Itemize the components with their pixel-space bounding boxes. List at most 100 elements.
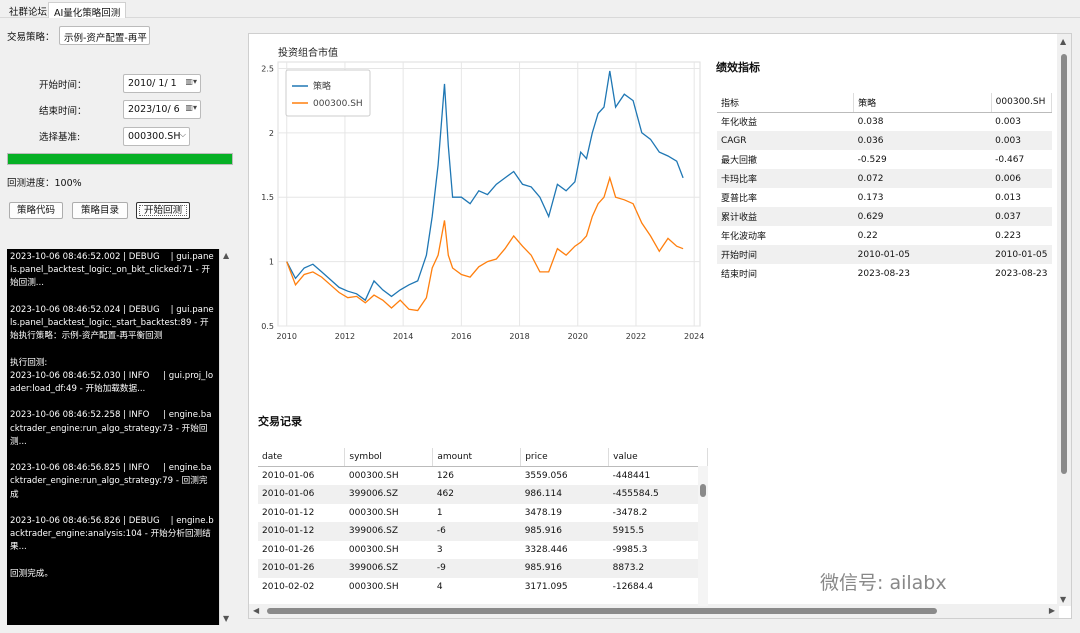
perf-cell: 0.072 xyxy=(853,169,992,188)
perf-cell: 2023-08-23 xyxy=(995,268,1048,279)
trade-cell: 000300.SH xyxy=(348,544,399,555)
log-console[interactable]: 2023-10-06 08:46:52.002 | DEBUG | gui.pa… xyxy=(7,249,219,625)
tab-backtest[interactable]: AI量化策略回测 xyxy=(48,2,127,19)
strategy-dir-button[interactable]: 策略目录 xyxy=(72,202,128,219)
scroll-right-icon[interactable]: ▶ xyxy=(1049,606,1055,615)
perf-row: 结束时间 2023-08-23 2023-08-23 xyxy=(717,264,1052,283)
perf-row: 卡玛比率 0.072 0.006 xyxy=(717,169,1052,188)
scroll-thumb[interactable] xyxy=(700,484,706,497)
y-tick-label: 2.5 xyxy=(261,64,274,73)
x-tick-label: 2012 xyxy=(335,332,355,341)
scroll-thumb[interactable] xyxy=(1061,54,1067,474)
performance-title: 绩效指标 xyxy=(716,61,760,74)
perf-cell: 0.173 xyxy=(857,192,884,203)
perf-header: 指标 xyxy=(717,93,855,113)
trade-cell: -448441 xyxy=(612,471,651,481)
start-date-picker[interactable]: 2010/ 1/ 1 ▥▾ xyxy=(123,74,201,93)
trade-cell: 2010-01-12 xyxy=(258,522,345,541)
trade-cell: 000300.SH xyxy=(348,581,399,592)
perf-cell: CAGR xyxy=(717,131,854,150)
perf-cell: 开始时间 xyxy=(717,245,854,264)
perf-row: 最大回撤 -0.529 -0.467 xyxy=(717,150,1052,169)
results-vertical-scrollbar[interactable]: ▲ ▼ xyxy=(1057,34,1071,606)
y-tick-label: 2 xyxy=(269,129,274,138)
table-row[interactable]: 2010-01-12 000300.SH 1 3478.19 -3478.2 xyxy=(258,504,708,523)
trade-cell: 985.916 xyxy=(520,522,609,541)
x-tick-label: 2014 xyxy=(393,332,413,341)
table-row[interactable]: 2010-01-12 399006.SZ -6 985.916 5915.5 xyxy=(258,522,708,541)
perf-cell: 0.013 xyxy=(995,192,1021,203)
benchmark-select[interactable]: 000300.SH ⌵ xyxy=(123,127,190,146)
perf-cell: 0.006 xyxy=(991,169,1052,188)
scroll-down-icon[interactable]: ▼ xyxy=(1060,595,1066,604)
trades-table: date symbol amount price value 2010-01-0… xyxy=(258,448,708,596)
perf-cell: -0.529 xyxy=(857,154,887,165)
end-date-picker[interactable]: 2023/10/ 6 ▥▾ xyxy=(123,100,201,119)
table-row[interactable]: 2010-01-06 000300.SH 126 3559.056 -448441 xyxy=(258,467,708,486)
perf-cell: 0.223 xyxy=(995,230,1021,241)
trade-cell: -9985.3 xyxy=(612,544,648,555)
calendar-icon: ▥▾ xyxy=(185,103,197,112)
legend-label: 000300.SH xyxy=(313,99,363,109)
portfolio-value-chart: 投资组合市值 2010 2012 2014 2016 2018 2020 2022 2024 0… xyxy=(261,46,704,341)
trade-cell: 399006.SZ xyxy=(344,559,433,578)
trade-cell: 2010-01-26 xyxy=(262,544,315,555)
scroll-left-icon[interactable]: ◀ xyxy=(253,606,259,615)
trades-header: symbol xyxy=(344,448,434,467)
x-tick-label: 2010 xyxy=(277,332,297,341)
log-scrollbar[interactable]: ▲ ▼ xyxy=(219,249,232,625)
perf-cell: 0.037 xyxy=(991,207,1052,226)
trade-cell: 3 xyxy=(436,544,443,555)
trade-cell: 4 xyxy=(436,581,443,592)
legend-box xyxy=(285,69,371,117)
perf-cell: 累计收益 xyxy=(717,207,854,226)
perf-cell: -0.467 xyxy=(995,154,1025,165)
trade-cell: 2010-02-02 xyxy=(262,581,315,592)
perf-header: 策略 xyxy=(853,93,992,113)
trade-cell: 000300.SH xyxy=(348,471,399,481)
strategy-select[interactable]: 示例-资产配置-再平 ⌵ xyxy=(59,26,150,45)
x-tick-label: 2016 xyxy=(451,332,471,341)
trade-cell: 399006.SZ xyxy=(344,485,433,504)
trades-header: amount xyxy=(432,448,522,467)
table-row[interactable]: 2010-01-06 399006.SZ 462 986.114 -455584.5 xyxy=(258,485,708,504)
start-backtest-button[interactable]: 开始回测 xyxy=(136,202,190,219)
trade-cell: 5915.5 xyxy=(608,522,708,541)
y-tick-label: 1.5 xyxy=(261,193,274,202)
perf-cell: 最大回撤 xyxy=(721,156,758,166)
strategy-code-button[interactable]: 策略代码 xyxy=(9,202,63,219)
chart-title: 投资组合市值 xyxy=(278,46,338,59)
scroll-up-icon[interactable]: ▲ xyxy=(1060,37,1066,46)
perf-cell: 年化收益 xyxy=(721,118,758,129)
trade-cell: 8873.2 xyxy=(608,559,708,578)
perf-row: 夏普比率 0.173 0.013 xyxy=(717,188,1052,207)
trade-cell: 986.114 xyxy=(520,485,609,504)
perf-header: 000300.SH xyxy=(991,93,1053,113)
scroll-up-icon[interactable]: ▲ xyxy=(223,251,229,260)
scroll-thumb[interactable] xyxy=(267,608,937,614)
table-row[interactable]: 2010-01-26 399006.SZ -9 985.916 8873.2 xyxy=(258,559,708,578)
trade-cell: 3328.446 xyxy=(524,544,568,555)
trade-cell: 126 xyxy=(436,471,455,481)
perf-row: CAGR 0.036 0.003 xyxy=(717,131,1052,150)
y-tick-label: 0.5 xyxy=(261,322,274,331)
trade-cell: 2010-01-06 xyxy=(258,485,345,504)
table-row[interactable]: 2010-01-26 000300.SH 3 3328.446 -9985.3 xyxy=(258,541,708,560)
table-row[interactable]: 2010-02-02 000300.SH 4 3171.095 -12684.4 xyxy=(258,578,708,597)
results-horizontal-scrollbar[interactable]: ◀ ▶ xyxy=(249,604,1059,618)
trade-cell: -9 xyxy=(432,559,521,578)
perf-cell: 2010-01-05 xyxy=(991,245,1052,264)
end-date-value: 2023/10/ 6 xyxy=(128,104,180,115)
perf-cell: 2010-01-05 xyxy=(853,245,992,264)
end-date-label: 结束时间： xyxy=(39,106,87,117)
start-date-label: 开始时间： xyxy=(39,80,87,91)
tab-community[interactable]: 社群论坛 xyxy=(4,2,52,18)
scroll-down-icon[interactable]: ▼ xyxy=(223,614,229,623)
perf-cell: 2023-08-23 xyxy=(857,268,910,279)
trades-header: value xyxy=(608,448,708,467)
trades-header: date xyxy=(258,448,346,467)
perf-cell: 夏普比率 xyxy=(721,194,758,204)
trade-cell: 000300.SH xyxy=(348,507,399,518)
trade-cell: -12684.4 xyxy=(612,581,654,592)
trades-scrollbar[interactable] xyxy=(698,466,708,606)
